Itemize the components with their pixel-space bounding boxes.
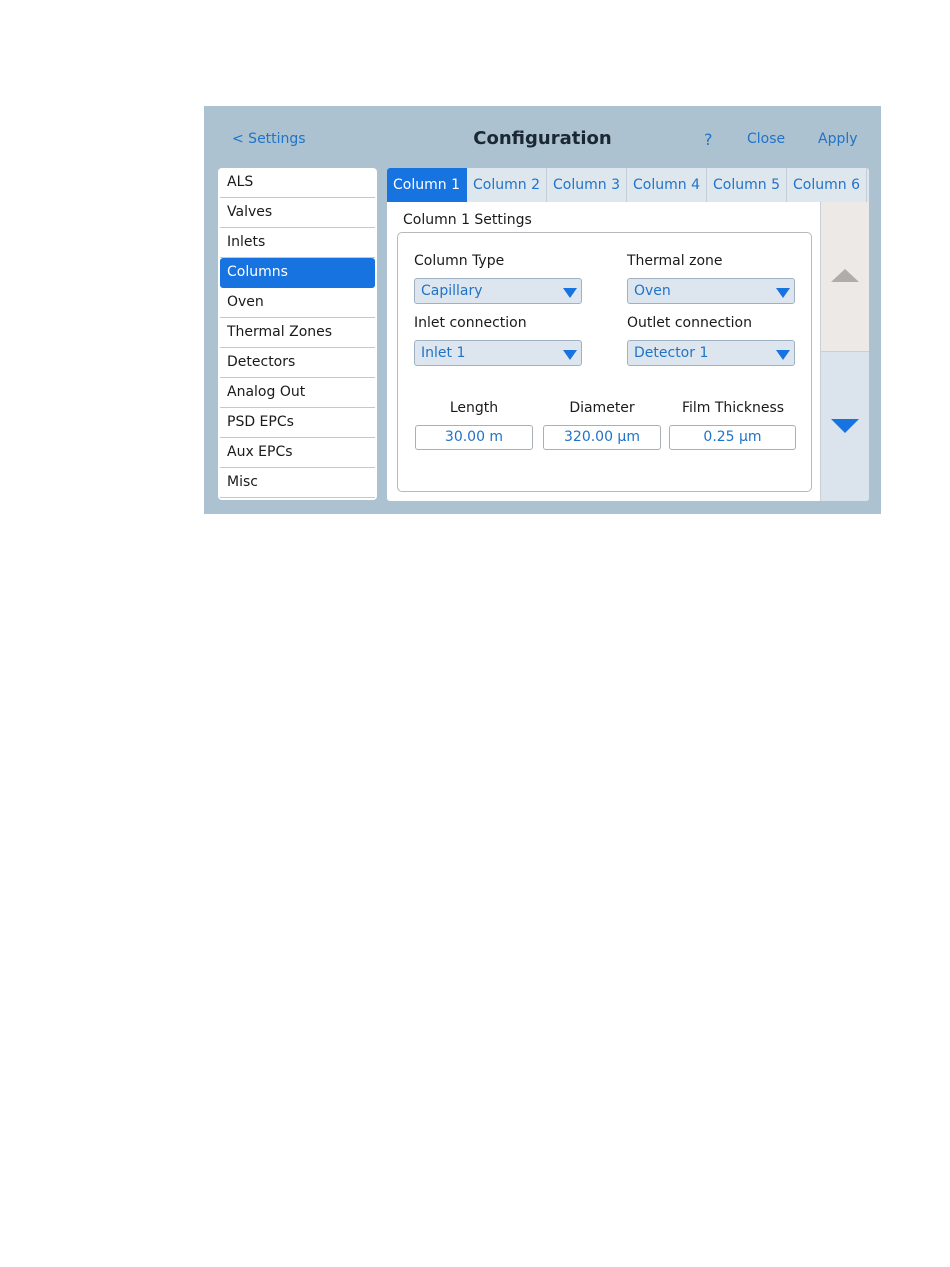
scroll-up-button[interactable] — [821, 202, 869, 351]
configuration-screen: < Settings Configuration ? Close Apply A… — [204, 106, 881, 514]
section-title: Column 1 Settings — [403, 212, 532, 228]
help-button[interactable]: ? — [704, 130, 713, 149]
outlet-connection-label: Outlet connection — [627, 315, 752, 331]
sidebar-item-psd-epcs[interactable]: PSD EPCs — [220, 408, 375, 438]
column-settings-group: Column Type Capillary Thermal zone Oven … — [397, 232, 812, 492]
film-thickness-field[interactable]: 0.25 µm — [669, 425, 796, 450]
film-thickness-label: Film Thickness — [681, 400, 785, 416]
tab-column-4[interactable]: Column 4 — [627, 168, 707, 202]
thermal-zone-dropdown[interactable]: Oven — [627, 278, 795, 304]
diameter-label: Diameter — [569, 400, 635, 416]
back-to-settings-link[interactable]: < Settings — [232, 131, 306, 147]
scroll-down-button[interactable] — [821, 351, 869, 501]
tab-column-2[interactable]: Column 2 — [467, 168, 547, 202]
sidebar-item-inlets[interactable]: Inlets — [220, 228, 375, 258]
column-type-value: Capillary — [421, 283, 483, 299]
column-type-label: Column Type — [414, 253, 505, 269]
sidebar-item-detectors[interactable]: Detectors — [220, 348, 375, 378]
inlet-connection-value: Inlet 1 — [421, 345, 466, 361]
tab-column-5[interactable]: Column 5 — [707, 168, 787, 202]
column-tab-bar: Column 1 Column 2 Column 3 Column 4 Colu… — [387, 168, 869, 202]
sidebar-item-valves[interactable]: Valves — [220, 198, 375, 228]
scroll-controls — [820, 202, 869, 501]
sidebar-item-oven[interactable]: Oven — [220, 288, 375, 318]
length-label: Length — [449, 400, 499, 416]
sidebar-item-als[interactable]: ALS — [220, 168, 375, 198]
chevron-down-icon — [776, 288, 790, 298]
outlet-connection-value: Detector 1 — [634, 345, 709, 361]
arrow-up-icon — [831, 269, 859, 282]
length-field[interactable]: 30.00 m — [415, 425, 533, 450]
diameter-field[interactable]: 320.00 µm — [543, 425, 661, 450]
tab-column-3[interactable]: Column 3 — [547, 168, 627, 202]
main-panel: Column 1 Column 2 Column 3 Column 4 Colu… — [387, 168, 869, 501]
chevron-down-icon — [776, 350, 790, 360]
sidebar-item-thermal-zones[interactable]: Thermal Zones — [220, 318, 375, 348]
inlet-connection-dropdown[interactable]: Inlet 1 — [414, 340, 582, 366]
tab-column-6[interactable]: Column 6 — [787, 168, 867, 202]
sidebar-item-analog-out[interactable]: Analog Out — [220, 378, 375, 408]
sidebar-item-columns[interactable]: Columns — [220, 258, 375, 288]
chevron-down-icon — [563, 350, 577, 360]
close-button[interactable]: Close — [747, 131, 785, 147]
sidebar: ALS Valves Inlets Columns Oven Thermal Z… — [218, 168, 377, 500]
sidebar-item-misc[interactable]: Misc — [220, 468, 375, 498]
arrow-down-icon — [831, 419, 859, 433]
apply-button[interactable]: Apply — [818, 131, 858, 147]
tab-column-1[interactable]: Column 1 — [387, 168, 467, 202]
inlet-connection-label: Inlet connection — [414, 315, 527, 331]
sidebar-item-aux-epcs[interactable]: Aux EPCs — [220, 438, 375, 468]
column-type-dropdown[interactable]: Capillary — [414, 278, 582, 304]
outlet-connection-dropdown[interactable]: Detector 1 — [627, 340, 795, 366]
thermal-zone-label: Thermal zone — [627, 253, 723, 269]
header: < Settings Configuration ? Close Apply — [204, 106, 881, 166]
thermal-zone-value: Oven — [634, 283, 671, 299]
chevron-down-icon — [563, 288, 577, 298]
